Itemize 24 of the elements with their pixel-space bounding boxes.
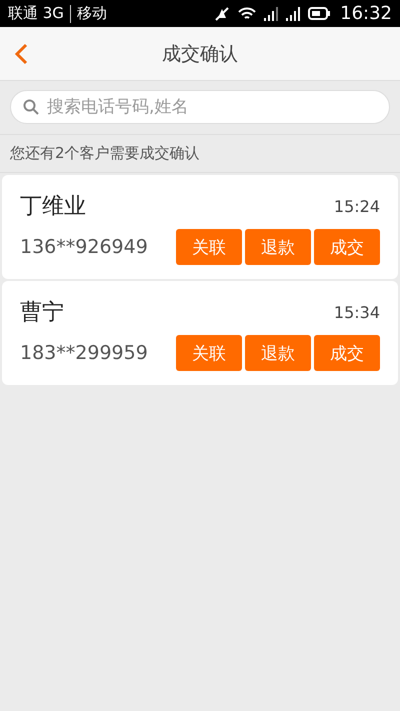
battery-icon: [308, 7, 330, 20]
customer-name: 曹宁: [20, 299, 65, 327]
customer-phone: 183**299959: [20, 342, 149, 364]
search-field[interactable]: 搜索电话号码,姓名: [10, 90, 390, 124]
summary-text: 您还有2个客户需要成交确认: [0, 135, 400, 173]
customer-phone: 136**926949: [20, 236, 149, 258]
customer-time: 15:24: [334, 196, 380, 216]
action-button[interactable]: 退款: [245, 229, 311, 265]
signal-icon: [286, 6, 300, 20]
page-title: 成交确认: [162, 42, 238, 66]
customer-name: 丁维业: [20, 193, 87, 221]
action-button[interactable]: 关联: [176, 335, 242, 371]
wifi-icon: [238, 6, 256, 20]
back-chevron-icon: [14, 43, 28, 65]
search-icon: [23, 99, 39, 115]
clock: 16:32: [340, 3, 392, 24]
action-button[interactable]: 成交: [314, 335, 380, 371]
signal-icon: [264, 6, 278, 20]
action-button[interactable]: 退款: [245, 335, 311, 371]
customer-time: 15:34: [334, 302, 380, 322]
action-button[interactable]: 关联: [176, 229, 242, 265]
carrier-label: 联通 3G: [8, 4, 64, 23]
action-button[interactable]: 成交: [314, 229, 380, 265]
carrier-label: 移动: [76, 4, 107, 23]
